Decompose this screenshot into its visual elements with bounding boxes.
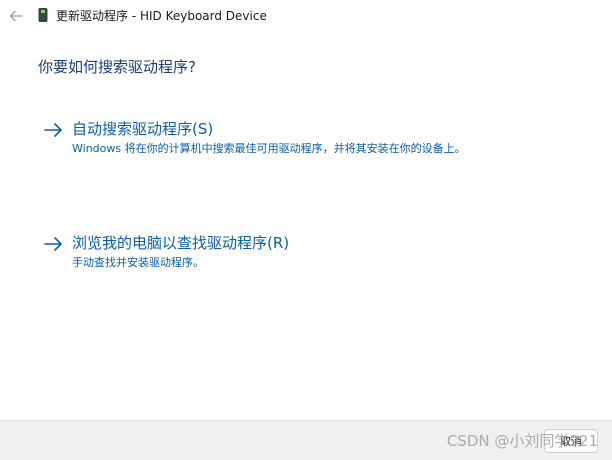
option-description: 手动查找并安装驱动程序。: [72, 256, 204, 269]
right-arrow-icon: [44, 237, 62, 251]
page-heading: 你要如何搜索驱动程序?: [38, 58, 196, 76]
cancel-button[interactable]: 取消: [544, 429, 598, 453]
device-icon: [38, 8, 48, 22]
option-title: 浏览我的电脑以查找驱动程序(R): [72, 234, 290, 252]
dialog-footer: 取消 CSDN @小刘同学921: [0, 420, 612, 460]
right-arrow-icon: [44, 123, 62, 137]
window-title: 更新驱动程序 - HID Keyboard Device: [56, 9, 267, 23]
option-description: Windows 将在你的计算机中搜索最佳可用驱动程序，并将其安装在你的设备上。: [72, 142, 466, 155]
option-title: 自动搜索驱动程序(S): [72, 120, 214, 138]
back-arrow-icon: [9, 10, 23, 22]
update-driver-window: 更新驱动程序 - HID Keyboard Device 你要如何搜索驱动程序?…: [0, 0, 612, 460]
title-bar: 更新驱动程序 - HID Keyboard Device: [0, 0, 612, 32]
back-button[interactable]: [6, 6, 26, 26]
